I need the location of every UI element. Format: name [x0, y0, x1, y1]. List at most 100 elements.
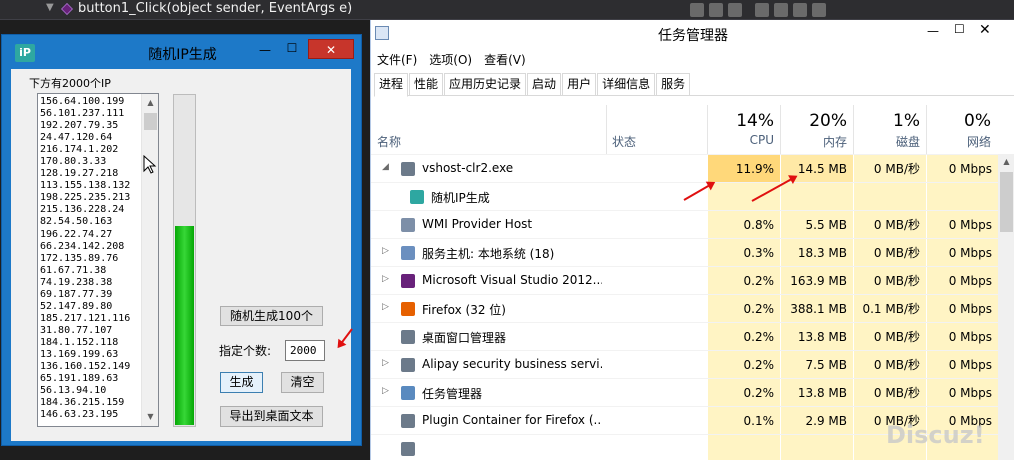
ip-list-item[interactable]: 52.147.89.80 [40, 301, 142, 313]
disk-label: 磁盘 [895, 135, 920, 149]
table-row[interactable]: ◢ vshost-clr2.exe 11.9% 14.5 MB 0 MB/秒 0 Mbps [371, 154, 998, 183]
close-button[interactable]: ✕ [308, 39, 354, 59]
ip-list-item[interactable]: 69.187.77.39 [40, 289, 142, 301]
ip-list-item[interactable]: 82.54.50.163 [40, 216, 142, 228]
ip-list-item[interactable]: 192.207.79.35 [40, 120, 142, 132]
ip-list-item[interactable]: 13.169.199.63 [40, 349, 142, 361]
minimize-button[interactable]: — [255, 43, 275, 57]
ip-list-item[interactable]: 136.160.152.149 [40, 361, 142, 373]
ip-list-item[interactable]: 216.174.1.202 [40, 144, 142, 156]
table-row[interactable]: ▷ Microsoft Visual Studio 2012... 0.2% 163.… [371, 266, 998, 295]
maximize-button[interactable]: ☐ [282, 41, 302, 57]
column-header-network[interactable]: 0% 网络 [926, 105, 997, 154]
listbox-scrollbar[interactable]: ▲ ▼ [141, 94, 158, 426]
tab-1[interactable]: 性能 [409, 73, 444, 96]
cpu-value: 0.3% [707, 239, 780, 267]
column-header-cpu[interactable]: 14% CPU [707, 105, 780, 154]
table-scrollbar[interactable]: ▲ [998, 154, 1014, 460]
dropdown-arrow-icon[interactable]: ▼ [46, 2, 54, 13]
gear-icon[interactable] [755, 3, 769, 17]
memory-value: 163.9 MB [780, 267, 853, 295]
save-icon[interactable] [812, 3, 826, 17]
ip-list-item[interactable]: 198.225.235.213 [40, 192, 142, 204]
ip-list-item[interactable]: 184.36.215.159 [40, 397, 142, 409]
tab-6[interactable]: 服务 [656, 73, 691, 96]
method-selector[interactable]: button1_Click(object sender, EventArgs e… [78, 1, 352, 16]
scrollbar-thumb[interactable] [1000, 172, 1013, 232]
process-name: WMI Provider Host [422, 217, 533, 231]
tab-3[interactable]: 启动 [527, 73, 562, 96]
table-row[interactable]: ▷ Firefox (32 位) 0.2% 388.1 MB 0.1 MB/秒 0 Mbp… [371, 294, 998, 323]
close-button[interactable]: ✕ [979, 22, 991, 38]
tab-2[interactable]: 应用历史记录 [444, 73, 527, 96]
ip-list-item[interactable]: 146.63.23.195 [40, 409, 142, 421]
expand-icon[interactable]: ▷ [382, 302, 389, 312]
ip-list-item[interactable]: 128.19.27.218 [40, 168, 142, 180]
maximize-button[interactable]: ☐ [954, 22, 965, 36]
ip-list-item[interactable]: 185.217.121.116 [40, 313, 142, 325]
tab-0[interactable]: 进程 [374, 73, 409, 97]
cpu-value: 0.2% [707, 323, 780, 351]
ip-list-item[interactable]: 65.191.189.63 [40, 373, 142, 385]
menu-file[interactable]: 文件(F) [377, 53, 417, 67]
forward-icon[interactable] [774, 3, 788, 17]
memory-value [780, 435, 853, 460]
table-row[interactable]: ▷ Alipay security business servi... 0.2% 7.… [371, 350, 998, 379]
expand-icon[interactable]: ▷ [382, 246, 389, 256]
ip-list-item[interactable]: 56.13.94.10 [40, 385, 142, 397]
process-name: Microsoft Visual Studio 2012... [422, 273, 602, 287]
network-value [926, 183, 998, 211]
expand-icon[interactable]: ◢ [382, 162, 389, 172]
network-value: 0 Mbps [926, 155, 998, 183]
table-row[interactable]: 桌面窗口管理器 0.2% 13.8 MB 0 MB/秒 0 Mbps [371, 322, 998, 351]
menu-view[interactable]: 查看(V) [484, 53, 526, 67]
scroll-up-icon[interactable]: ▲ [142, 96, 158, 110]
ip-list-item[interactable]: 172.135.89.76 [40, 253, 142, 265]
ip-list-item[interactable]: 24.47.120.64 [40, 132, 142, 144]
minimize-button[interactable]: — [927, 24, 939, 38]
ip-list-item[interactable]: 56.101.237.111 [40, 108, 142, 120]
ip-list-item[interactable]: 170.80.3.33 [40, 156, 142, 168]
ip-list-item[interactable]: 113.155.138.132 [40, 180, 142, 192]
cpu-value: 0.2% [707, 379, 780, 407]
ip-list-item[interactable]: 66.234.142.208 [40, 241, 142, 253]
random-generate-100-button[interactable]: 随机生成100个 [220, 306, 323, 326]
expand-icon[interactable]: ▷ [382, 358, 389, 368]
table-row[interactable]: ▷ 服务主机: 本地系统 (18) 0.3% 18.3 MB 0 MB/秒 0 Mbps [371, 238, 998, 267]
column-header-disk[interactable]: 1% 磁盘 [853, 105, 926, 154]
copy-icon[interactable] [793, 3, 807, 17]
ip-list-item[interactable]: 74.19.238.38 [40, 277, 142, 289]
clear-button[interactable]: 清空 [281, 372, 324, 393]
export-to-desktop-button[interactable]: 导出到桌面文本 [220, 406, 323, 427]
window-icon [401, 330, 415, 344]
ip-list-item[interactable]: 156.64.100.199 [40, 96, 142, 108]
memory-value: 7.5 MB [780, 351, 853, 379]
ip-list-item[interactable]: 215.136.228.24 [40, 204, 142, 216]
count-input[interactable]: 2000 [285, 340, 325, 361]
toolbar-icon[interactable] [709, 3, 723, 17]
table-row[interactable]: WMI Provider Host 0.8% 5.5 MB 0 MB/秒 0 Mbps [371, 210, 998, 239]
scroll-down-icon[interactable]: ▼ [142, 410, 158, 424]
ip-listbox[interactable]: 156.64.100.199 56.101.237.111 192.207.79.3… [37, 93, 159, 427]
scrollbar-thumb[interactable] [144, 113, 157, 130]
toolbar-icon[interactable] [728, 3, 742, 17]
table-row[interactable]: ▷ 任务管理器 0.2% 13.8 MB 0 MB/秒 0 Mbps [371, 378, 998, 407]
ip-list-item[interactable]: 184.1.152.118 [40, 337, 142, 349]
ip-list-item[interactable]: 61.67.71.38 [40, 265, 142, 277]
column-header-name[interactable]: 名称 [377, 133, 401, 150]
expand-icon[interactable]: ▷ [382, 274, 389, 284]
toolbar-icon[interactable] [690, 3, 704, 17]
scroll-up-icon[interactable]: ▲ [998, 157, 1014, 166]
process-name: vshost-clr2.exe [422, 161, 514, 175]
ip-list-item[interactable]: 31.80.77.107 [40, 325, 142, 337]
column-header-status[interactable]: 状态 [612, 133, 636, 150]
tab-4[interactable]: 用户 [562, 73, 597, 96]
table-row[interactable]: 随机IP生成 [371, 182, 998, 211]
disk-value [853, 183, 926, 211]
tab-5[interactable]: 详细信息 [597, 73, 656, 96]
ip-list-item[interactable]: 196.22.74.27 [40, 229, 142, 241]
expand-icon[interactable]: ▷ [382, 386, 389, 396]
menu-options[interactable]: 选项(O) [429, 53, 472, 67]
generate-button[interactable]: 生成 [220, 372, 263, 393]
column-header-memory[interactable]: 20% 内存 [780, 105, 853, 154]
